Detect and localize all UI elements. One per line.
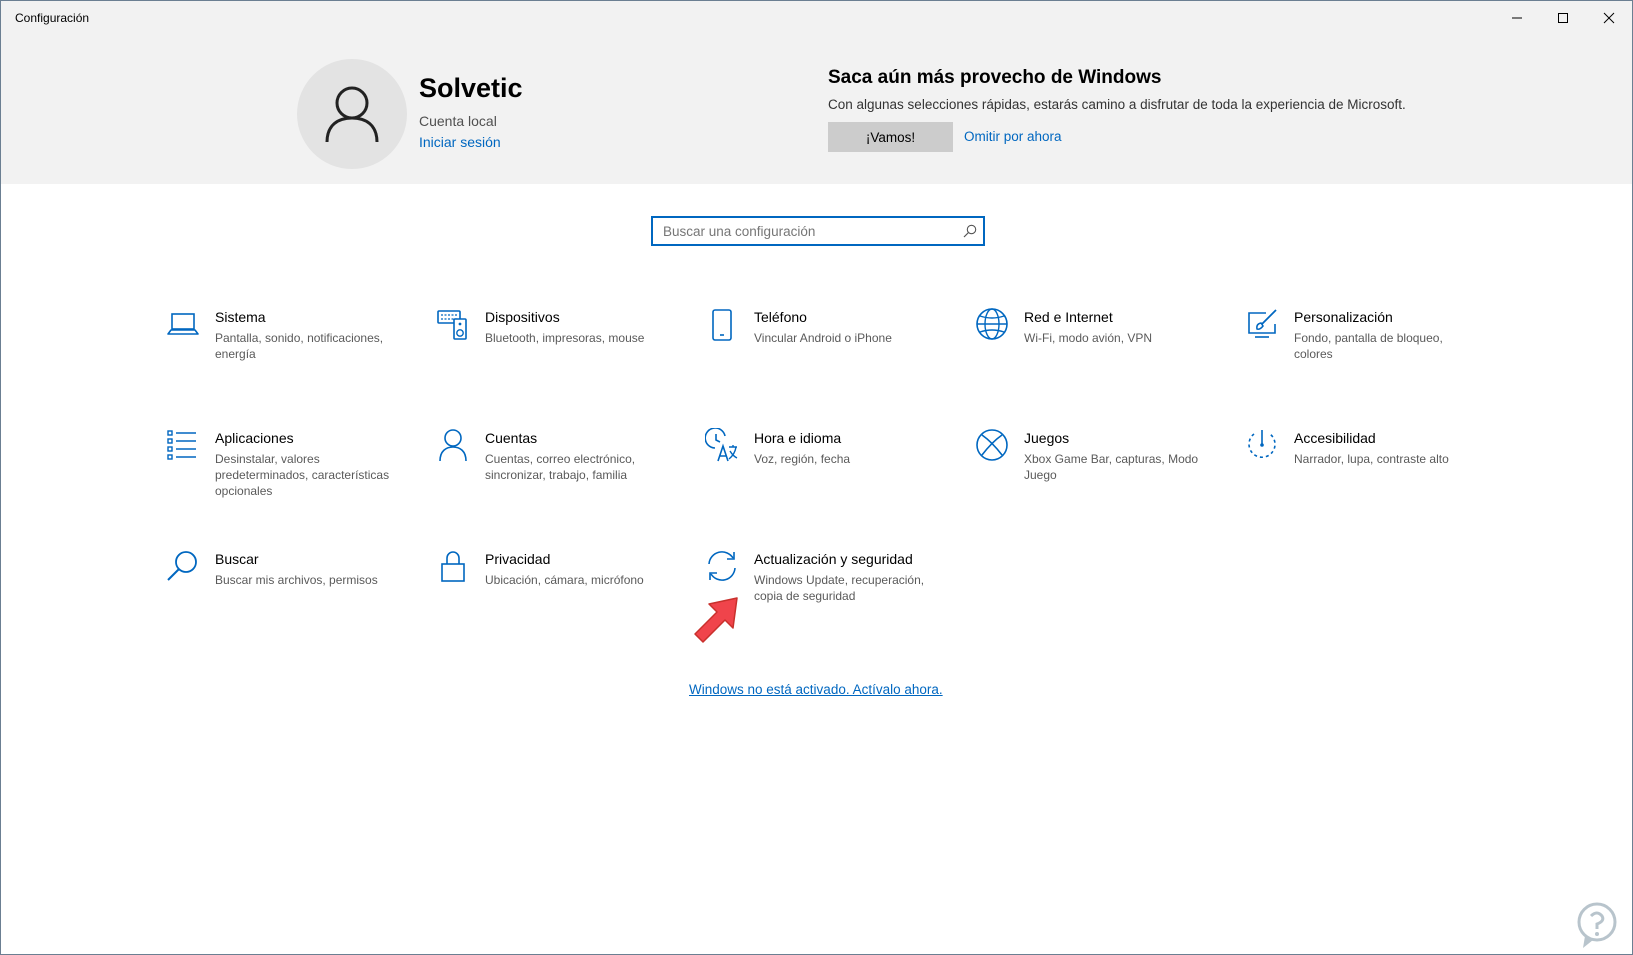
tile-description: Pantalla, sonido, notificaciones, energí… bbox=[215, 331, 384, 361]
tile-buscar[interactable]: Buscar Buscar mis archivos, permisos bbox=[166, 549, 406, 649]
tile-title: Actualización y seguridad bbox=[754, 551, 913, 567]
tile-cuentas[interactable]: Cuentas Cuentas, correo electrónico, sin… bbox=[436, 428, 676, 528]
promo-title: Saca aún más provecho de Windows bbox=[828, 67, 1162, 88]
tile-telefono[interactable]: Teléfono Vincular Android o iPhone bbox=[705, 307, 945, 407]
tile-description: Narrador, lupa, contraste alto bbox=[1294, 452, 1449, 466]
tile-title: Dispositivos bbox=[485, 309, 560, 325]
paintbrush-icon bbox=[1248, 309, 1277, 338]
close-icon bbox=[1603, 12, 1615, 24]
globe-icon bbox=[976, 308, 1008, 340]
person-icon bbox=[439, 429, 467, 462]
tile-description: Wi-Fi, modo avión, VPN bbox=[1024, 331, 1153, 345]
skip-for-now-link[interactable]: Omitir por ahora bbox=[964, 129, 1062, 144]
tile-dispositivos[interactable]: Dispositivos Bluetooth, impresoras, mous… bbox=[436, 307, 676, 407]
tile-privacidad[interactable]: Privacidad Ubicación, cámara, micrófono bbox=[436, 549, 676, 649]
xbox-icon bbox=[976, 429, 1008, 461]
user-name: Solvetic bbox=[419, 73, 523, 103]
tile-title: Juegos bbox=[1024, 430, 1070, 446]
search-box[interactable] bbox=[651, 216, 985, 246]
tile-juegos[interactable]: Juegos Xbox Game Bar, capturas, Modo Jue… bbox=[975, 428, 1215, 528]
account-type: Cuenta local bbox=[419, 113, 497, 129]
tile-description: Windows Update, recuperación, copia de s… bbox=[754, 573, 925, 603]
title-bar: Configuración bbox=[1, 1, 1632, 35]
search-icon[interactable] bbox=[963, 224, 977, 238]
time-language-icon bbox=[705, 428, 738, 462]
tile-title: Teléfono bbox=[754, 309, 807, 325]
tile-title: Privacidad bbox=[485, 551, 551, 567]
solvetic-logo-icon bbox=[1577, 902, 1617, 948]
tile-title: Personalización bbox=[1294, 309, 1393, 325]
activate-windows-link[interactable]: Windows no está activado. Actívalo ahora… bbox=[689, 682, 943, 697]
pointer-arrow-icon bbox=[694, 597, 738, 643]
tile-title: Sistema bbox=[215, 309, 266, 325]
tile-accesibilidad[interactable]: Accesibilidad Narrador, lupa, contraste … bbox=[1245, 428, 1485, 528]
window-title: Configuración bbox=[15, 11, 90, 25]
tile-title: Red e Internet bbox=[1024, 309, 1113, 325]
tile-sistema[interactable]: Sistema Pantalla, sonido, notificaciones… bbox=[166, 307, 406, 407]
signin-link[interactable]: Iniciar sesión bbox=[419, 134, 501, 150]
tile-title: Cuentas bbox=[485, 430, 538, 446]
laptop-icon bbox=[167, 313, 199, 335]
tile-description: Vincular Android o iPhone bbox=[754, 331, 892, 345]
tile-description: Bluetooth, impresoras, mouse bbox=[485, 331, 645, 345]
tile-title: Buscar bbox=[215, 551, 259, 567]
accessibility-icon bbox=[1248, 430, 1276, 459]
tile-description: Buscar mis archivos, permisos bbox=[215, 573, 378, 587]
tile-title: Aplicaciones bbox=[215, 430, 294, 446]
settings-window: Configuración Solvetic Cuenta local Inic… bbox=[0, 0, 1633, 955]
minimize-icon bbox=[1512, 17, 1522, 19]
promo-description: Con algunas selecciones rápidas, estarás… bbox=[828, 97, 1406, 112]
user-avatar-icon bbox=[325, 86, 379, 143]
tile-personalizacion[interactable]: Personalización Fondo, pantalla de bloqu… bbox=[1245, 307, 1485, 407]
tile-description: Xbox Game Bar, capturas, Modo Juego bbox=[1024, 452, 1199, 482]
avatar[interactable] bbox=[297, 59, 407, 169]
lets-go-button[interactable]: ¡Vamos! bbox=[828, 122, 953, 152]
tile-red-internet[interactable]: Red e Internet Wi-Fi, modo avión, VPN bbox=[975, 307, 1215, 407]
apps-list-icon bbox=[167, 430, 196, 460]
tile-title: Accesibilidad bbox=[1294, 430, 1376, 446]
maximize-button[interactable] bbox=[1540, 1, 1586, 35]
tile-description: Ubicación, cámara, micrófono bbox=[485, 573, 644, 587]
tile-description: Voz, región, fecha bbox=[754, 452, 851, 466]
lock-icon bbox=[441, 551, 465, 582]
tile-aplicaciones[interactable]: Aplicaciones Desinstalar, valores predet… bbox=[166, 428, 406, 528]
tile-description: Desinstalar, valores predeterminados, ca… bbox=[215, 452, 390, 498]
minimize-button[interactable] bbox=[1494, 1, 1540, 35]
tile-hora-idioma[interactable]: Hora e idioma Voz, región, fecha bbox=[705, 428, 945, 528]
phone-icon bbox=[712, 309, 732, 341]
tile-title: Hora e idioma bbox=[754, 430, 842, 446]
tile-description: Fondo, pantalla de bloqueo, colores bbox=[1294, 331, 1443, 361]
account-header: Solvetic Cuenta local Iniciar sesión Sac… bbox=[1, 35, 1632, 184]
close-button[interactable] bbox=[1586, 1, 1632, 35]
tile-description: Cuentas, correo electrónico, sincronizar… bbox=[485, 452, 636, 482]
magnifier-icon bbox=[167, 551, 197, 581]
maximize-icon bbox=[1558, 13, 1568, 23]
devices-icon bbox=[437, 310, 467, 340]
search-input[interactable] bbox=[663, 221, 953, 241]
sync-icon bbox=[708, 551, 736, 581]
